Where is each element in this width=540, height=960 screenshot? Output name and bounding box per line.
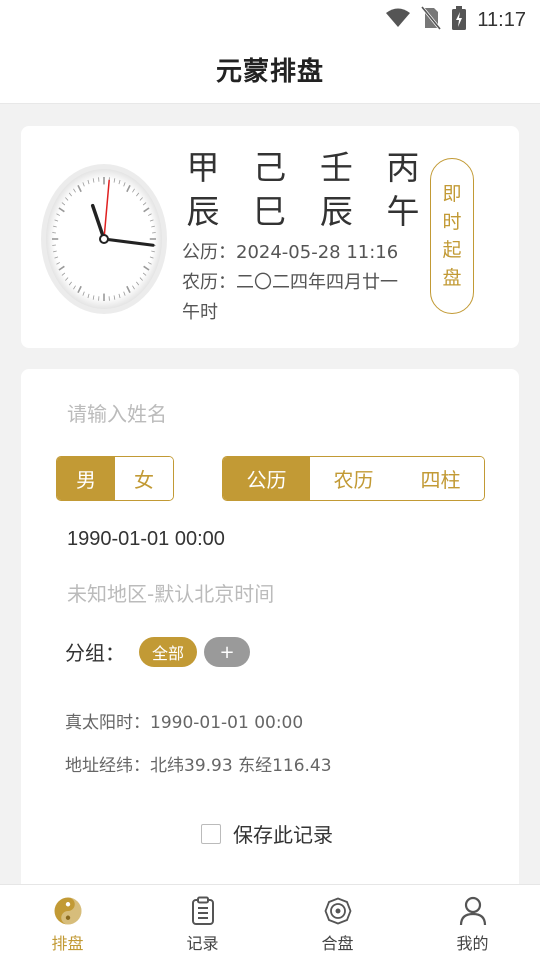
- stem-month: 己: [253, 148, 287, 187]
- nav-item-paipan[interactable]: 排盘: [0, 885, 135, 960]
- wifi-icon: [385, 7, 411, 33]
- status-icons: 11:17: [385, 6, 526, 34]
- instant-char-2: 时: [442, 211, 462, 233]
- page-title: 元蒙排盘: [215, 57, 324, 87]
- group-label: 分组：: [65, 641, 125, 665]
- heavenly-stems-row: 甲 己 壬 丙: [183, 146, 423, 190]
- nav-label-paipan: 排盘: [51, 934, 84, 953]
- stem-hour: 丙: [386, 148, 420, 187]
- lunar-hour: 午时: [182, 302, 218, 323]
- gender-male-option[interactable]: 男: [57, 457, 115, 500]
- current-time-card: 甲 己 壬 丙 辰 巳 辰 午 公历：2024-05-28 11:16 农历：二…: [21, 126, 519, 348]
- add-group-button[interactable]: +: [204, 637, 250, 667]
- instant-char-1: 即: [442, 183, 462, 205]
- app-header: 元蒙排盘: [0, 36, 540, 104]
- nav-item-records[interactable]: 记录: [135, 885, 270, 960]
- gregorian-label: 公历：: [182, 242, 236, 263]
- branch-day: 辰: [319, 192, 353, 231]
- birth-datetime-field[interactable]: 1990-01-01 00:00: [67, 528, 225, 551]
- nav-label-profile: 我的: [456, 934, 489, 953]
- user-icon: [458, 896, 488, 926]
- lunar-label: 农历：: [182, 272, 236, 293]
- true-solar-time: 真太阳时：1990-01-01 00:00: [65, 708, 303, 733]
- true-solar-label: 真太阳时：: [65, 713, 150, 733]
- coords-value: 北纬39.93 东经116.43: [150, 756, 332, 776]
- stem-day: 壬: [319, 148, 353, 187]
- region-field[interactable]: 未知地区-默认北京时间: [67, 578, 274, 607]
- yin-yang-icon: [53, 896, 83, 926]
- instant-chart-button[interactable]: 即 时 起 盘: [430, 158, 474, 314]
- calendar-gregorian-option[interactable]: 公历: [223, 457, 310, 500]
- status-bar: 11:17: [0, 0, 540, 36]
- status-time: 11:17: [477, 8, 526, 31]
- calendar-lunar-option[interactable]: 农历: [310, 457, 397, 500]
- save-record-label: 保存此记录: [233, 823, 333, 847]
- branch-month: 巳: [253, 192, 287, 231]
- lunar-value: 二〇二四年四月廿一: [236, 272, 398, 293]
- true-solar-value: 1990-01-01 00:00: [150, 713, 304, 733]
- analog-clock: [41, 164, 167, 314]
- group-tag-all[interactable]: 全部: [139, 637, 197, 667]
- earthly-branches-row: 辰 巳 辰 午: [183, 190, 423, 234]
- calendar-four-pillars-option[interactable]: 四柱: [397, 457, 484, 500]
- nav-item-compatibility[interactable]: 合盘: [270, 885, 405, 960]
- lunar-date: 农历：二〇二四年四月廿一: [182, 268, 398, 294]
- four-pillars: 甲 己 壬 丙 辰 巳 辰 午: [183, 146, 423, 234]
- calendar-type-selector: 公历 农历 四柱: [222, 456, 485, 501]
- gender-female-option[interactable]: 女: [115, 457, 173, 500]
- compass-icon: [323, 896, 353, 926]
- nav-item-profile[interactable]: 我的: [405, 885, 540, 960]
- save-record-checkbox[interactable]: [201, 823, 221, 844]
- coords-label: 地址经纬：: [65, 756, 150, 776]
- bottom-navigation: 排盘 记录 合盘 我的: [0, 884, 540, 960]
- battery-charging-icon: [451, 6, 467, 34]
- stem-year: 甲: [186, 148, 220, 187]
- coordinates: 地址经纬：北纬39.93 东经116.43: [65, 751, 332, 776]
- save-record-row[interactable]: 保存此记录: [201, 819, 333, 848]
- gregorian-value: 2024-05-28 11:16: [236, 242, 399, 263]
- gender-selector: 男 女: [56, 456, 174, 501]
- nav-label-records: 记录: [186, 934, 219, 953]
- gregorian-date: 公历：2024-05-28 11:16: [182, 238, 398, 264]
- instant-char-3: 起: [442, 239, 462, 261]
- branch-hour: 午: [386, 192, 420, 231]
- clipboard-icon: [188, 896, 218, 926]
- nav-label-compatibility: 合盘: [321, 934, 354, 953]
- name-input[interactable]: [67, 399, 487, 429]
- input-form-card: 男 女 公历 农历 四柱 1990-01-01 00:00 未知地区-默认北京时…: [21, 369, 519, 909]
- instant-char-4: 盘: [442, 267, 462, 289]
- no-sim-icon: [421, 6, 442, 34]
- branch-year: 辰: [186, 192, 220, 231]
